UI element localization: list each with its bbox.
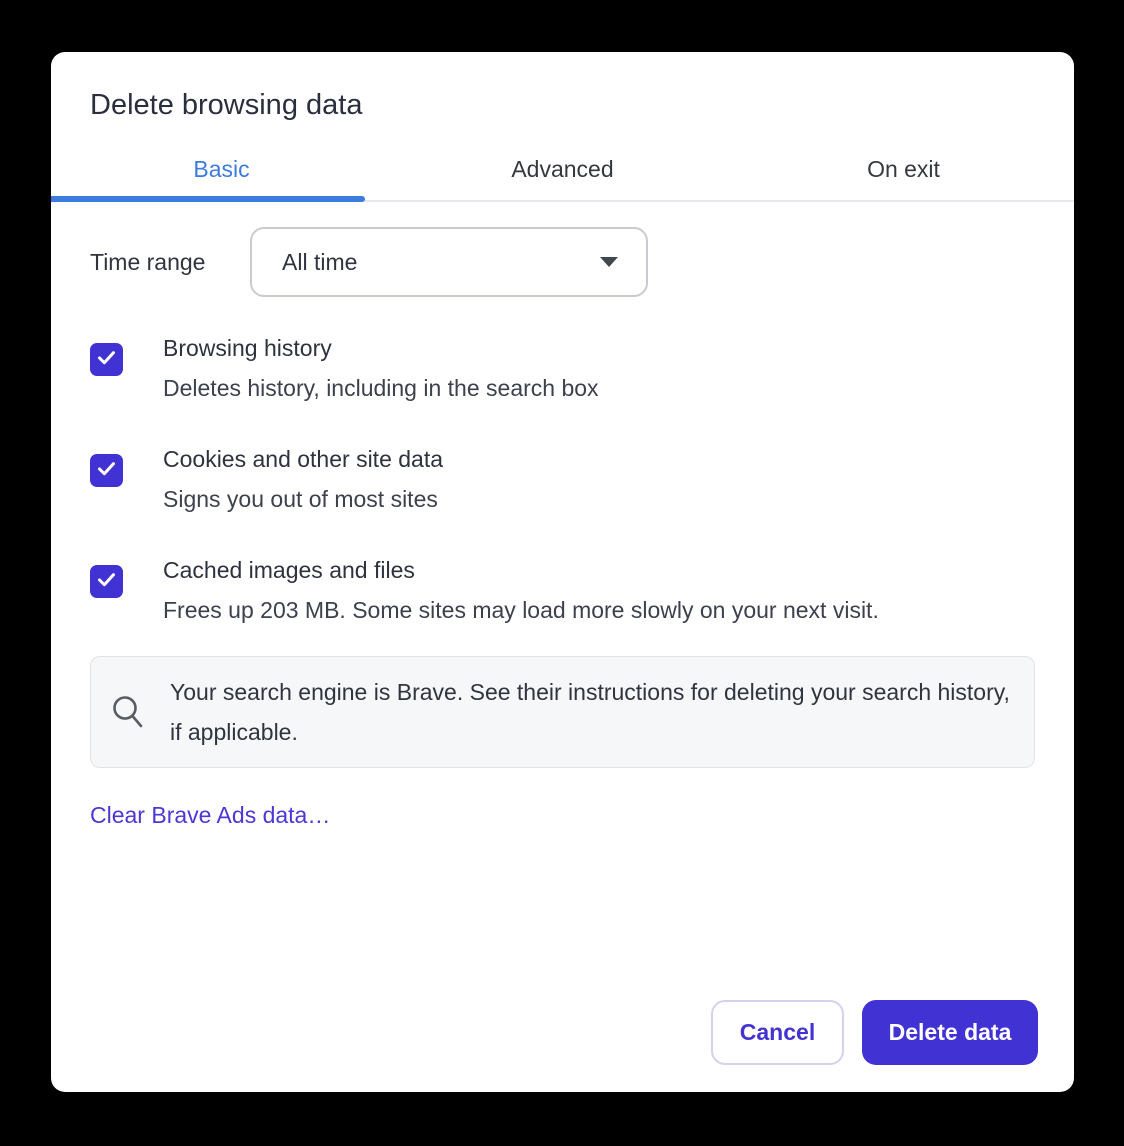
search-engine-note: Your search engine is Brave. See their i… [90,656,1035,768]
tab-advanced-label: Advanced [511,156,613,183]
cached-images-label: Cached images and files [163,550,879,590]
checkmark-icon [96,347,117,373]
page-title: Delete browsing data [51,52,1074,122]
browsing-history-label: Browsing history [163,328,599,368]
time-range-select[interactable]: All time [250,227,648,297]
tab-basic-label: Basic [193,156,249,183]
cookies-checkbox[interactable] [90,454,123,487]
browsing-history-checkbox[interactable] [90,343,123,376]
active-tab-indicator [51,196,365,202]
search-engine-note-text: Your search engine is Brave. See their i… [170,672,1010,752]
time-range-label: Time range [90,249,226,276]
tab-basic[interactable]: Basic [51,138,392,200]
cached-images-checkbox[interactable] [90,565,123,598]
cached-images-row: Cached images and files Frees up 203 MB.… [90,550,1035,630]
cookies-description: Signs you out of most sites [163,479,443,519]
chevron-down-icon [600,257,618,267]
search-icon [112,695,143,729]
cancel-button[interactable]: Cancel [711,1000,844,1065]
browsing-history-row: Browsing history Deletes history, includ… [90,328,1035,408]
tab-on-exit-label: On exit [867,156,940,183]
tab-on-exit[interactable]: On exit [733,138,1074,200]
tab-bar: Basic Advanced On exit [51,138,1074,202]
tab-advanced[interactable]: Advanced [392,138,733,200]
cookies-row: Cookies and other site data Signs you ou… [90,439,1035,519]
cookies-text: Cookies and other site data Signs you ou… [163,439,443,519]
cookies-label: Cookies and other site data [163,439,443,479]
time-range-selected-value: All time [282,249,357,276]
delete-data-button[interactable]: Delete data [862,1000,1038,1065]
checkmark-icon [96,569,117,595]
time-range-row: Time range All time [90,227,1035,297]
cached-images-text: Cached images and files Frees up 203 MB.… [163,550,879,630]
dialog-buttons: Cancel Delete data [711,1000,1038,1065]
clear-brave-ads-data-link[interactable]: Clear Brave Ads data… [90,802,330,829]
browsing-history-description: Deletes history, including in the search… [163,368,599,408]
browsing-history-text: Browsing history Deletes history, includ… [163,328,599,408]
delete-browsing-data-dialog: Delete browsing data Basic Advanced On e… [51,52,1074,1092]
checkmark-icon [96,458,117,484]
dialog-content: Time range All time Browsing history Del… [51,227,1074,829]
cached-images-description: Frees up 203 MB. Some sites may load mor… [163,590,879,630]
